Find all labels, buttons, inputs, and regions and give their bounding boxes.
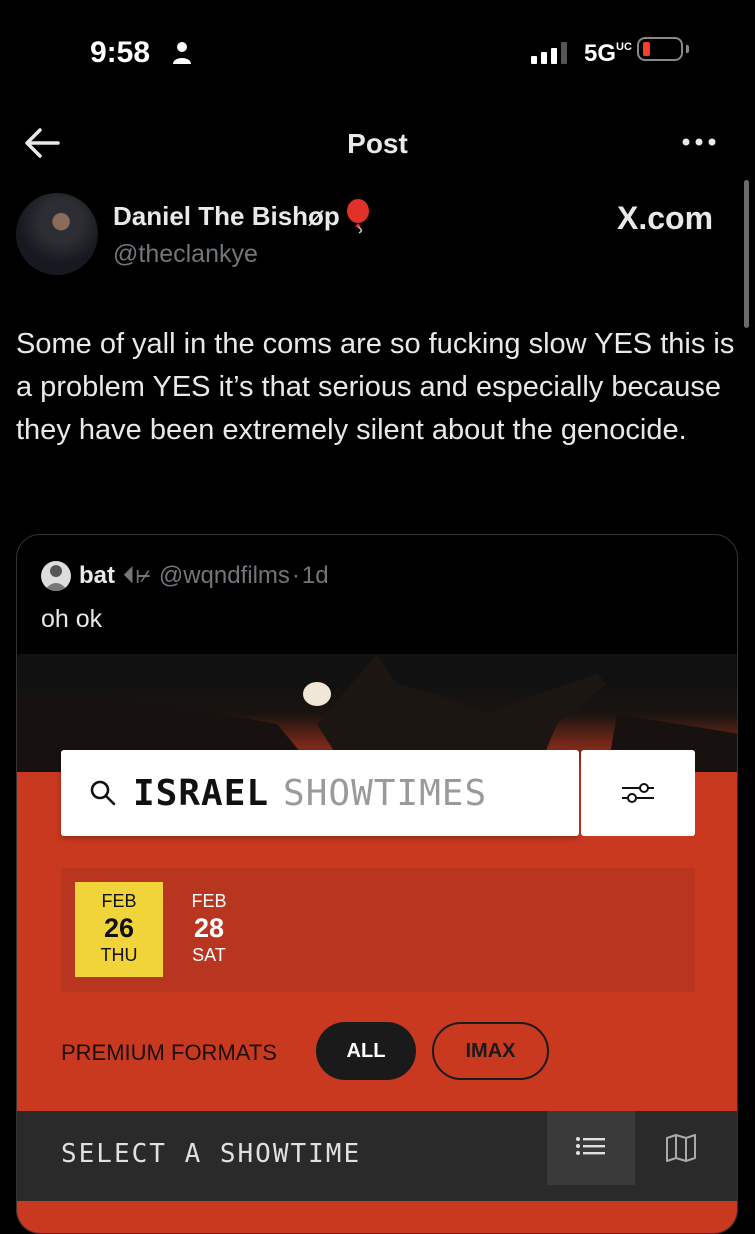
filter-button[interactable] (581, 750, 695, 836)
network-type: 5GUC (584, 40, 632, 67)
list-icon (576, 1137, 605, 1155)
sliders-icon (622, 783, 654, 803)
list-view-button[interactable] (547, 1111, 635, 1185)
map-view-button[interactable] (637, 1111, 725, 1185)
select-showtime-label: SELECT A SHOWTIME (61, 1139, 362, 1169)
search-icon (90, 780, 116, 806)
person-icon (173, 42, 191, 64)
battery-tip (686, 45, 689, 53)
author-handle[interactable]: @theclankye (113, 240, 258, 269)
search-term: ISRAEL (133, 772, 270, 814)
x-watermark: X.com (617, 200, 714, 236)
author-name[interactable]: Daniel The Bishøp (113, 198, 374, 234)
format-imax-button[interactable]: IMAX (432, 1022, 549, 1080)
battery-icon (637, 37, 683, 61)
author-avatar[interactable] (16, 193, 98, 275)
premium-formats-label: PREMIUM FORMATS (61, 1040, 277, 1065)
signal-icon (531, 42, 567, 64)
quoted-post[interactable]: bat ⏴⊬ @wqndfilms · 1d oh ok ISRAEL SHOW… (16, 534, 738, 1234)
format-all-button[interactable]: ALL (316, 1022, 416, 1080)
post-text: Some of yall in the coms are so fucking … (16, 328, 735, 446)
date-option-2[interactable]: FEB 28 SAT (165, 882, 253, 977)
quote-text: oh ok (41, 605, 103, 633)
quote-separator: · (291, 562, 300, 589)
quote-avatar[interactable] (41, 561, 71, 591)
quote-author-glyphs: ⏴⊬ (123, 562, 151, 589)
quote-author-name[interactable]: bat (79, 562, 115, 590)
map-icon (666, 1134, 696, 1162)
quote-author-handle[interactable]: @wqndfilms (159, 562, 290, 590)
date-option-1[interactable]: FEB 26 THU (75, 882, 163, 977)
status-time: 9:58 (90, 36, 151, 69)
quote-media-image[interactable]: ISRAEL SHOWTIMES FEB 26 THU FEB 28 SAT P… (17, 654, 737, 1233)
showtime-bar: SELECT A SHOWTIME (17, 1111, 737, 1201)
search-suffix: SHOWTIMES (283, 772, 488, 814)
date-selector: FEB 26 THU FEB 28 SAT (61, 868, 695, 992)
search-bar[interactable]: ISRAEL SHOWTIMES (61, 750, 579, 836)
scrollbar[interactable] (744, 180, 749, 328)
red-balloon-icon (346, 199, 369, 234)
more-options-icon[interactable] (680, 128, 720, 158)
quote-time: 1d (301, 562, 329, 589)
quote-header: bat ⏴⊬ @wqndfilms · 1d (41, 561, 329, 591)
page-title: Post (347, 128, 408, 159)
